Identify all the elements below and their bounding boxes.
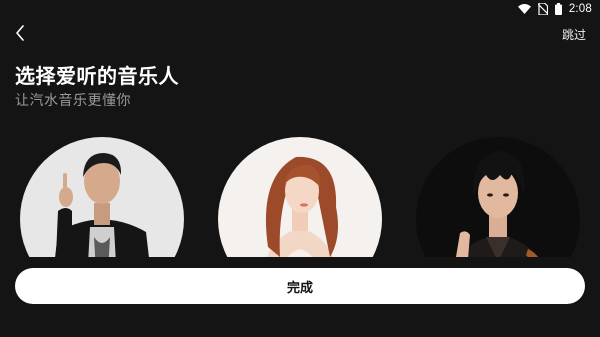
page-title: 选择爱听的音乐人 [15, 64, 179, 88]
back-button[interactable] [10, 24, 30, 46]
battery-icon [554, 3, 562, 15]
artist-photo [20, 137, 184, 257]
artist-card[interactable] [416, 137, 580, 257]
artist-photo [416, 137, 580, 257]
status-bar: 2:08 [517, 0, 600, 18]
artist-card[interactable] [20, 137, 184, 257]
page-subtitle: 让汽水音乐更懂你 [15, 93, 131, 109]
status-time: 2:08 [568, 3, 592, 15]
artist-card[interactable] [218, 137, 382, 257]
skip-button[interactable]: 跳过 [562, 26, 586, 43]
artist-photo [218, 137, 382, 257]
chevron-left-icon [15, 25, 25, 45]
done-button[interactable]: 完成 [15, 268, 585, 304]
artist-selection-screen: 2:08 跳过 选择爱听的音乐人 让汽水音乐更懂你 完成 [0, 0, 600, 337]
bottom-fade [0, 305, 600, 337]
no-sim-icon [537, 3, 548, 15]
artist-list [0, 137, 600, 257]
wifi-icon [517, 4, 531, 14]
